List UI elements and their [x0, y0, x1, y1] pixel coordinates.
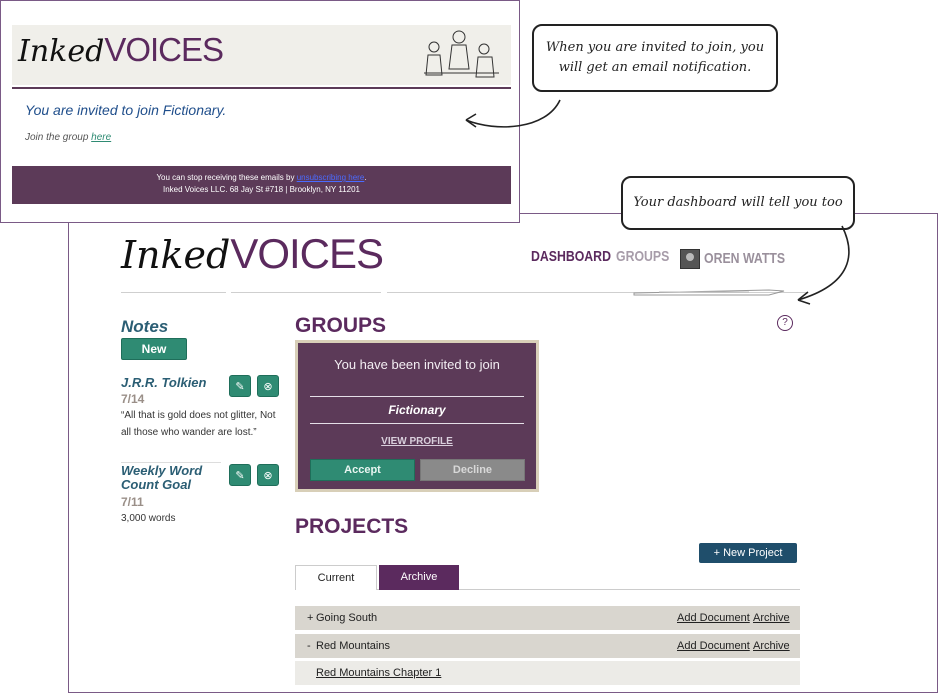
collapse-toggle[interactable]: -	[307, 640, 311, 652]
delete-note-button[interactable]: ⊗	[257, 464, 279, 486]
document-link[interactable]: Red Mountains Chapter 1	[316, 667, 441, 679]
edit-note-button[interactable]: ✎	[229, 375, 251, 397]
project-name[interactable]: Going South	[316, 612, 377, 624]
logo-voices-text: VOICES	[104, 31, 224, 68]
email-callout: When you are invited to join, you will g…	[532, 24, 778, 92]
writers-illustration	[424, 30, 499, 78]
tab-current[interactable]: Current	[295, 565, 377, 590]
invite-group-name: Fictionary	[388, 403, 446, 417]
close-circle-icon: ⊗	[263, 380, 273, 393]
header-divider	[231, 292, 381, 293]
avatar-head-shape	[686, 253, 694, 261]
projects-heading: PROJECTS	[295, 515, 409, 538]
project-row[interactable]: - Red Mountains Add Document Archive	[295, 634, 800, 658]
view-profile-link[interactable]: VIEW PROFILE	[298, 436, 536, 447]
group-invite-card: You have been invited to join Fictionary…	[295, 340, 539, 492]
email-divider	[12, 87, 511, 89]
join-link[interactable]: here	[91, 132, 111, 143]
invite-message: You have been invited to join	[334, 357, 500, 372]
pen-sketch-icon	[633, 289, 785, 296]
notes-heading: Notes	[121, 317, 169, 336]
tab-archive[interactable]: Archive	[379, 565, 459, 590]
decline-button[interactable]: Decline	[420, 459, 525, 481]
edit-note-button[interactable]: ✎	[229, 464, 251, 486]
footer-unsubscribe-line: You can stop receiving these emails by u…	[12, 172, 511, 184]
footer-text: You can stop receiving these emails by	[156, 173, 297, 182]
logo-voices-text: VOICES	[230, 230, 384, 277]
email-panel: InkedVOICES You are invited to join Fict…	[0, 0, 520, 223]
footer-address: Inked Voices LLC. 68 Jay St #718 | Brook…	[162, 185, 360, 194]
logo-inked-text: Inked	[121, 233, 231, 277]
add-document-link[interactable]: Add Document	[677, 612, 750, 624]
archive-link[interactable]: Archive	[753, 612, 790, 624]
nav-dashboard[interactable]: DASHBOARD	[531, 248, 611, 265]
note-date: 7/14	[121, 392, 145, 406]
user-avatar[interactable]	[680, 249, 700, 269]
dashboard-logo[interactable]: InkedVOICES	[121, 230, 384, 284]
logo-inked-text: Inked	[18, 34, 105, 69]
new-project-button[interactable]: + New Project	[699, 543, 797, 563]
archive-link[interactable]: Archive	[753, 640, 790, 652]
note-title[interactable]: J.R.R. Tolkien	[121, 376, 231, 390]
header-divider	[121, 292, 226, 293]
project-row[interactable]: + Going South Add Document Archive	[295, 606, 800, 630]
arrow-icon	[797, 225, 850, 305]
pencil-icon: ✎	[235, 380, 245, 393]
delete-note-button[interactable]: ⊗	[257, 375, 279, 397]
arrow-icon	[465, 99, 561, 128]
expand-toggle[interactable]: +	[307, 612, 313, 624]
invite-divider	[310, 396, 524, 397]
unsubscribe-link[interactable]: unsubscribing here	[297, 173, 365, 182]
close-circle-icon: ⊗	[263, 469, 273, 482]
dashboard-callout: Your dashboard will tell you too	[621, 176, 855, 230]
email-footer: You can stop receiving these emails by u…	[12, 166, 511, 204]
project-name[interactable]: Red Mountains	[316, 640, 390, 652]
pencil-icon: ✎	[235, 469, 245, 482]
email-join-line: Join the group here	[25, 132, 111, 143]
note-body: 3,000 words	[121, 513, 176, 524]
nav-groups[interactable]: GROUPS	[616, 248, 669, 265]
accept-button[interactable]: Accept	[310, 459, 415, 481]
document-row[interactable]: Red Mountains Chapter 1	[295, 661, 800, 685]
email-headline: You are invited to join Fictionary.	[25, 102, 227, 118]
add-document-link[interactable]: Add Document	[677, 640, 750, 652]
note-date: 7/11	[121, 495, 144, 509]
email-banner: InkedVOICES	[12, 25, 511, 85]
help-icon[interactable]: ?	[777, 315, 793, 331]
note-body: “All that is gold does not glitter, Not …	[121, 410, 276, 438]
email-logo: InkedVOICES	[18, 31, 224, 69]
footer-period: .	[364, 173, 367, 182]
join-text: Join the group	[25, 132, 92, 143]
nav-user-name[interactable]: OREN WATTS	[704, 250, 785, 267]
groups-heading: GROUPS	[295, 314, 387, 337]
invite-divider	[310, 423, 524, 424]
note-title[interactable]: Weekly Word Count Goal	[121, 464, 216, 492]
new-note-button[interactable]: New	[121, 338, 187, 360]
